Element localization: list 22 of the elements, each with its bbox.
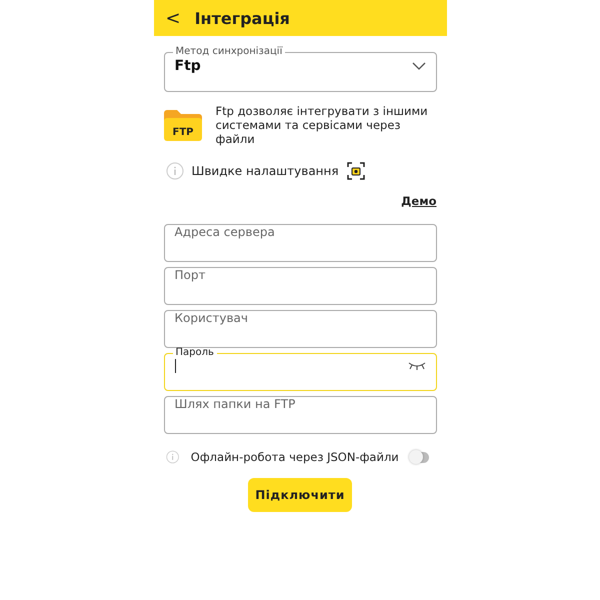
input-field[interactable]: Порт bbox=[164, 267, 436, 305]
input-field[interactable]: Пароль bbox=[164, 347, 436, 391]
info-icon[interactable] bbox=[166, 162, 184, 180]
offline-toggle[interactable] bbox=[410, 452, 428, 462]
back-button[interactable]: < bbox=[166, 8, 181, 28]
info-icon[interactable] bbox=[166, 448, 179, 466]
page-title: Інтеграція bbox=[194, 8, 290, 28]
folder-badge-label: FTP bbox=[172, 127, 193, 138]
ftp-description: Ftp дозволяє інтегрувати з іншими системами та сервісами через файли bbox=[216, 104, 429, 146]
sync-method-select[interactable]: Метод синхронізації Ftp bbox=[164, 46, 436, 92]
scan-icon[interactable] bbox=[346, 162, 365, 180]
input-field[interactable]: Користувач bbox=[164, 310, 436, 348]
input-field[interactable]: Шлях папки на FTP bbox=[164, 396, 436, 434]
input-field[interactable]: Адреса сервера bbox=[164, 224, 436, 262]
quick-setup-label: Швидке налаштування bbox=[192, 164, 339, 178]
offline-label: Офлайн-робота через JSON-файли bbox=[190, 450, 399, 464]
demo-link[interactable]: Демо bbox=[401, 194, 436, 208]
field-label: Метод синхронізації bbox=[174, 46, 284, 58]
eye-closed-icon[interactable] bbox=[408, 362, 426, 370]
field-label: Пароль bbox=[174, 347, 215, 359]
connect-button[interactable]: Підключити bbox=[248, 478, 352, 512]
chevron-down-icon bbox=[412, 62, 426, 70]
